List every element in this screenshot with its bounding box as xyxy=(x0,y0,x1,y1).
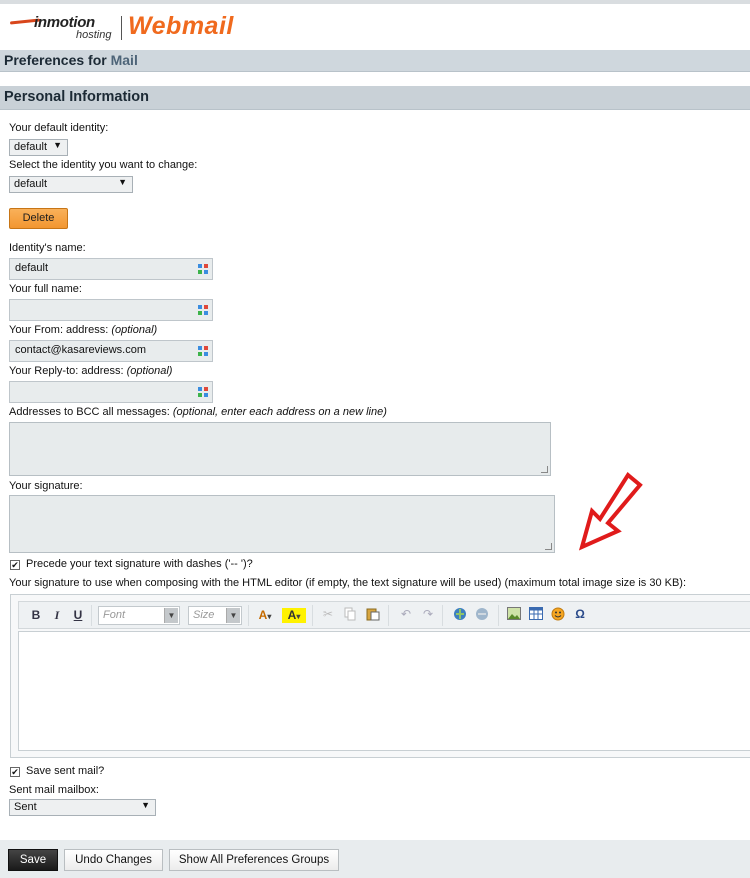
html-signature-editor: B I U Font ▼ Size ▼ A▾ A▾ ✂ ↶ ↷ Ω xyxy=(10,594,750,758)
background-color-button[interactable]: A▾ xyxy=(282,608,306,623)
dropdown-arrow-icon: ▼ xyxy=(53,140,62,150)
identity-name-label: Identity's name: xyxy=(9,242,86,254)
action-bar: Save Undo Changes Show All Preferences G… xyxy=(0,840,750,878)
bcc-textarea[interactable] xyxy=(9,422,551,476)
resize-handle-icon[interactable] xyxy=(541,466,548,473)
save-sent-mail-checkbox[interactable]: ✔ xyxy=(10,767,20,777)
toolbar-separator xyxy=(312,605,313,626)
underline-button[interactable]: U xyxy=(71,606,85,625)
save-button[interactable]: Save xyxy=(8,849,58,871)
reply-to-input[interactable] xyxy=(9,381,213,403)
toolbar-separator xyxy=(442,605,443,626)
html-signature-label: Your signature to use when composing wit… xyxy=(9,577,687,589)
save-sent-mail-label: Save sent mail? xyxy=(26,765,105,777)
full-name-label: Your full name: xyxy=(9,283,82,295)
sent-mailbox-label: Sent mail mailbox: xyxy=(9,784,99,796)
insert-image-icon[interactable] xyxy=(507,607,521,622)
red-arrow-annotation xyxy=(578,472,643,551)
logo-divider xyxy=(121,16,122,40)
autofill-icon[interactable] xyxy=(197,386,209,398)
default-identity-label: Your default identity: xyxy=(9,122,109,134)
insert-link-icon[interactable] xyxy=(453,607,467,622)
logo-company-subline: hosting xyxy=(76,29,112,41)
bcc-label: Addresses to BCC all messages: (optional… xyxy=(9,406,387,418)
chevron-down-icon: ▼ xyxy=(164,608,178,623)
autofill-icon[interactable] xyxy=(197,345,209,357)
undo-changes-button[interactable]: Undo Changes xyxy=(64,849,163,871)
change-identity-select[interactable]: default ▼ xyxy=(9,176,133,193)
webmail-logo: inmotion hosting Webmail xyxy=(9,12,270,42)
cut-icon[interactable]: ✂ xyxy=(321,607,335,622)
chevron-down-icon: ▼ xyxy=(226,608,240,623)
html-signature-editor-body[interactable] xyxy=(18,631,750,751)
editor-toolbar: B I U Font ▼ Size ▼ A▾ A▾ ✂ ↶ ↷ Ω xyxy=(18,601,750,629)
copy-icon[interactable] xyxy=(343,607,357,622)
insert-table-icon[interactable] xyxy=(529,607,543,622)
font-select[interactable]: Font ▼ xyxy=(98,606,180,625)
full-name-input[interactable] xyxy=(9,299,213,321)
special-character-icon[interactable]: Ω xyxy=(573,607,587,622)
dropdown-arrow-icon: ▼ xyxy=(141,800,150,810)
toolbar-separator xyxy=(91,605,92,626)
default-identity-select[interactable]: default ▼ xyxy=(9,139,68,156)
sent-mailbox-select[interactable]: Sent ▼ xyxy=(9,799,156,816)
italic-button[interactable]: I xyxy=(51,606,63,625)
unlink-icon[interactable] xyxy=(475,607,489,622)
size-select[interactable]: Size ▼ xyxy=(188,606,242,625)
resize-handle-icon[interactable] xyxy=(545,543,552,550)
identity-name-input[interactable]: default xyxy=(9,258,213,280)
bold-button[interactable]: B xyxy=(29,606,43,625)
toolbar-separator xyxy=(388,605,389,626)
signature-textarea[interactable] xyxy=(9,495,555,553)
paste-icon[interactable] xyxy=(366,607,380,622)
from-address-label: Your From: address: (optional) xyxy=(9,324,158,336)
dashes-label: Precede your text signature with dashes … xyxy=(26,558,253,570)
autofill-icon[interactable] xyxy=(197,263,209,275)
section-title: Personal Information xyxy=(0,86,750,110)
autofill-icon[interactable] xyxy=(197,304,209,316)
delete-identity-button[interactable]: Delete xyxy=(9,208,68,229)
logo-product-name: Webmail xyxy=(128,12,234,40)
reply-to-label: Your Reply-to: address: (optional) xyxy=(9,365,173,377)
undo-icon[interactable]: ↶ xyxy=(399,607,413,622)
show-all-preferences-button[interactable]: Show All Preferences Groups xyxy=(169,849,339,871)
chevron-down-icon: ▾ xyxy=(296,612,301,621)
top-border xyxy=(0,0,750,4)
chevron-down-icon: ▾ xyxy=(267,612,272,621)
dashes-checkbox[interactable]: ✔ xyxy=(10,560,20,570)
change-identity-label: Select the identity you want to change: xyxy=(9,159,198,171)
redo-icon[interactable]: ↷ xyxy=(421,607,435,622)
text-color-button[interactable]: A▾ xyxy=(253,606,277,625)
toolbar-separator xyxy=(248,605,249,626)
from-address-input[interactable]: contact@kasareviews.com xyxy=(9,340,213,362)
emoticon-icon[interactable] xyxy=(551,607,565,622)
signature-label: Your signature: xyxy=(9,480,83,492)
page-title: Preferences for Mail xyxy=(0,50,750,72)
toolbar-separator xyxy=(498,605,499,626)
dropdown-arrow-icon: ▼ xyxy=(118,177,127,187)
